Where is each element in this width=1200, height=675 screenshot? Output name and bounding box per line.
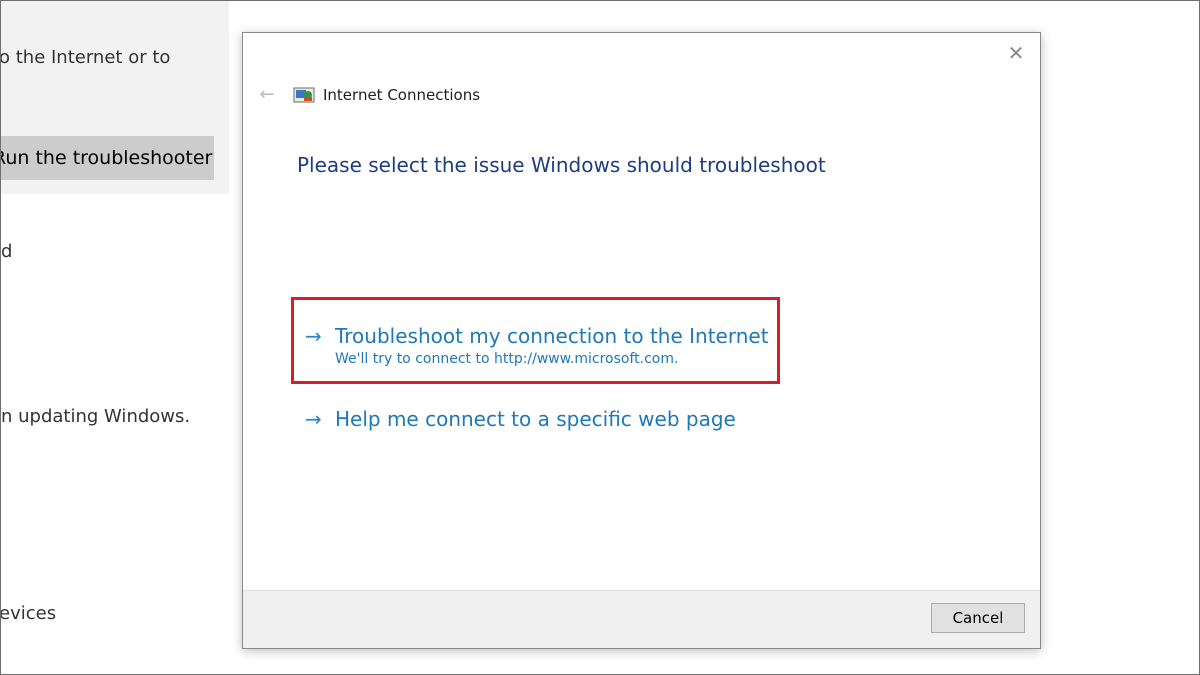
dialog-header: ← Internet Connections: [255, 83, 480, 107]
option-description: We'll try to connect to http://www.micro…: [335, 351, 679, 367]
background-text-devices: evices: [0, 603, 57, 624]
dialog-footer: Cancel: [243, 590, 1040, 648]
network-icon: [293, 87, 315, 103]
internet-connections-dialog: ✕ ← Internet Connections Please select t…: [242, 32, 1041, 649]
back-arrow-icon[interactable]: ←: [255, 83, 279, 107]
background-text-internet: o the Internet or to: [0, 47, 171, 68]
instruction-heading: Please select the issue Windows should t…: [297, 153, 826, 177]
screenshot-frame: o the Internet or to Run the troubleshoo…: [0, 0, 1200, 675]
option-connect-web-page[interactable]: → Help me connect to a specific web page: [305, 406, 736, 432]
arrow-right-icon: →: [305, 407, 322, 431]
background-text-updating: n updating Windows.: [1, 406, 191, 427]
close-icon[interactable]: ✕: [1004, 41, 1028, 65]
dialog-title: Internet Connections: [323, 86, 481, 104]
background-text-fragment: d: [1, 241, 13, 262]
cancel-button[interactable]: Cancel: [931, 603, 1025, 633]
option-title: Help me connect to a specific web page: [335, 407, 736, 431]
option-troubleshoot-internet[interactable]: → Troubleshoot my connection to the Inte…: [305, 323, 769, 369]
arrow-right-icon: →: [305, 324, 322, 348]
run-troubleshooter-button[interactable]: Run the troubleshooter: [1, 136, 214, 180]
option-title: Troubleshoot my connection to the Intern…: [335, 324, 769, 348]
